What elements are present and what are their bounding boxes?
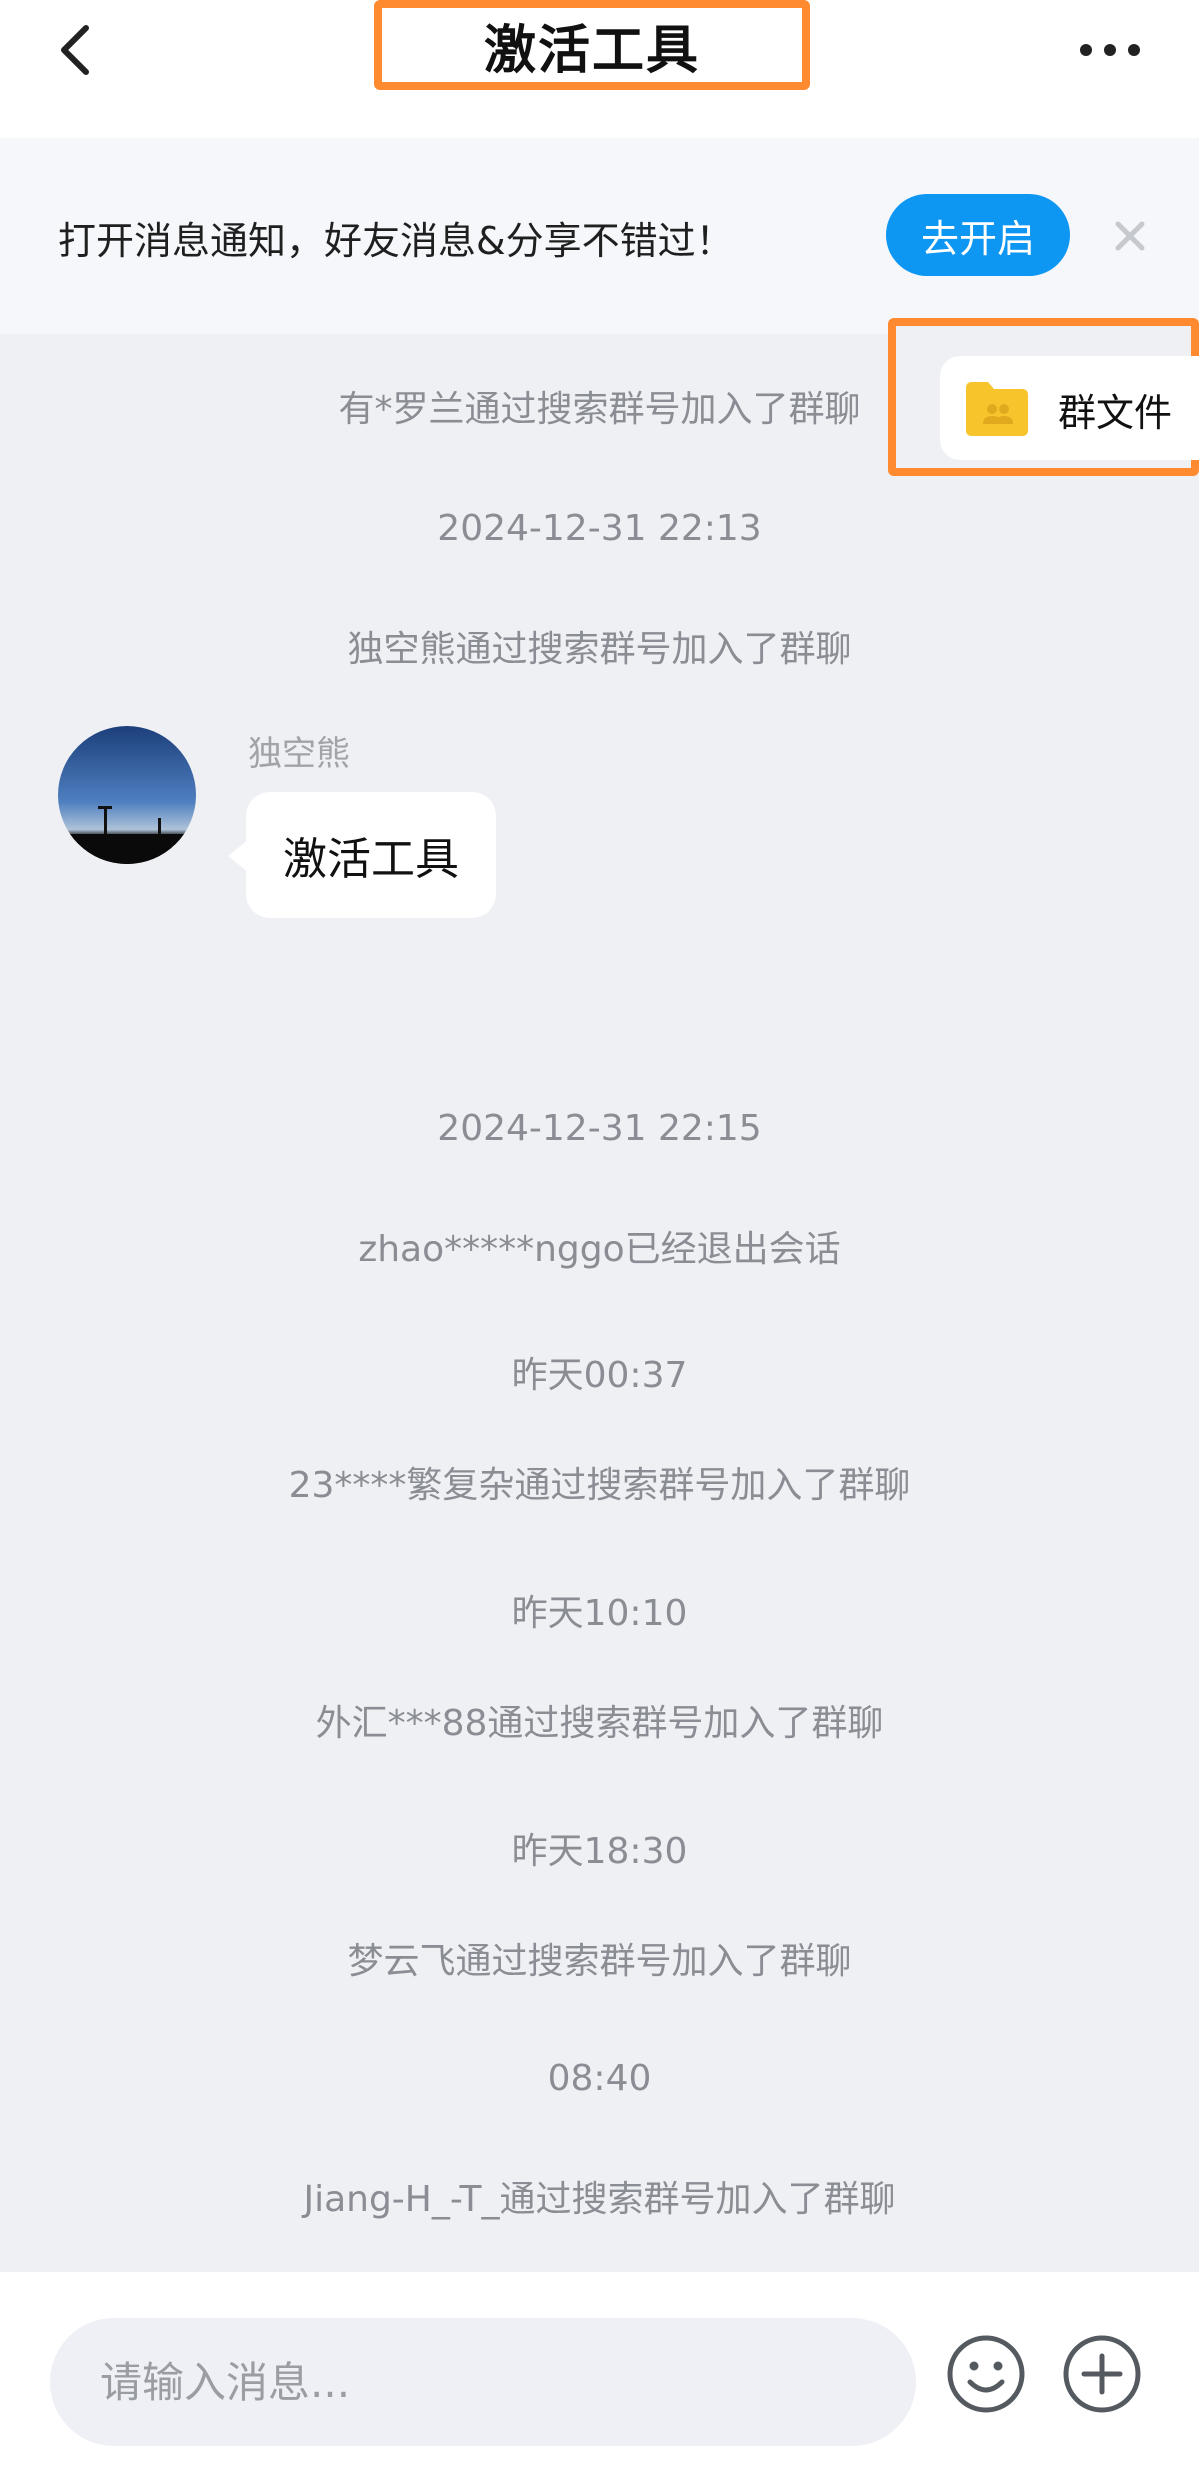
close-banner-button[interactable] [1106, 212, 1154, 260]
notification-text: 打开消息通知，好友消息&分享不错过！ [58, 219, 734, 263]
timestamp: 昨天00:37 [511, 1355, 688, 1396]
timestamp: 08:40 [547, 2058, 652, 2099]
back-button[interactable] [40, 14, 112, 86]
more-button[interactable] [1070, 18, 1150, 82]
message-bubble[interactable]: 激活工具 [246, 792, 496, 918]
emoji-button[interactable] [944, 2332, 1028, 2416]
plus-circle-icon [1063, 2335, 1141, 2413]
system-message: 外汇***88通过搜索群号加入了群聊 [315, 1703, 884, 1744]
more-actions-button[interactable] [1060, 2332, 1144, 2416]
system-message: 梦云飞通过搜索群号加入了群聊 [347, 1941, 852, 1982]
message-text: 激活工具 [283, 834, 459, 885]
chat-screen: 激活工具 打开消息通知，好友消息&分享不错过！ 去开启 有*罗兰通过搜索群号加入… [0, 0, 1199, 2484]
more-dots-icon [1080, 44, 1140, 56]
enable-notification-button[interactable]: 去开启 [886, 194, 1070, 276]
system-message: 独空熊通过搜索群号加入了群聊 [347, 629, 852, 670]
close-icon [1115, 221, 1145, 251]
chevron-left-icon [61, 25, 89, 75]
emoji-smile-icon [947, 2335, 1025, 2413]
sender-name: 独空熊 [248, 734, 350, 774]
page-title: 激活工具 [483, 20, 700, 81]
avatar-image [58, 726, 196, 864]
top-bar: 激活工具 [0, 0, 1199, 138]
message-input[interactable] [50, 2318, 916, 2446]
bubble-tail [228, 840, 248, 872]
title-highlight: 激活工具 [374, 0, 810, 90]
system-message: 23****繁复杂通过搜索群号加入了群聊 [288, 1465, 911, 1506]
timestamp: 2024-12-31 22:13 [437, 508, 762, 549]
folder-group-icon [966, 382, 1028, 436]
system-message: Jiang-H_-T_通过搜索群号加入了群聊 [303, 2179, 896, 2220]
group-files-button[interactable]: 群文件 [940, 356, 1199, 460]
timestamp: 2024-12-31 22:15 [437, 1108, 762, 1149]
group-files-label: 群文件 [1058, 391, 1173, 435]
input-bar [0, 2272, 1199, 2484]
notification-banner: 打开消息通知，好友消息&分享不错过！ 去开启 [0, 138, 1199, 334]
avatar[interactable] [58, 726, 196, 864]
timestamp: 昨天10:10 [511, 1593, 688, 1634]
timestamp: 昨天18:30 [511, 1831, 688, 1872]
system-message: zhao*****nggo已经退出会话 [358, 1229, 841, 1270]
